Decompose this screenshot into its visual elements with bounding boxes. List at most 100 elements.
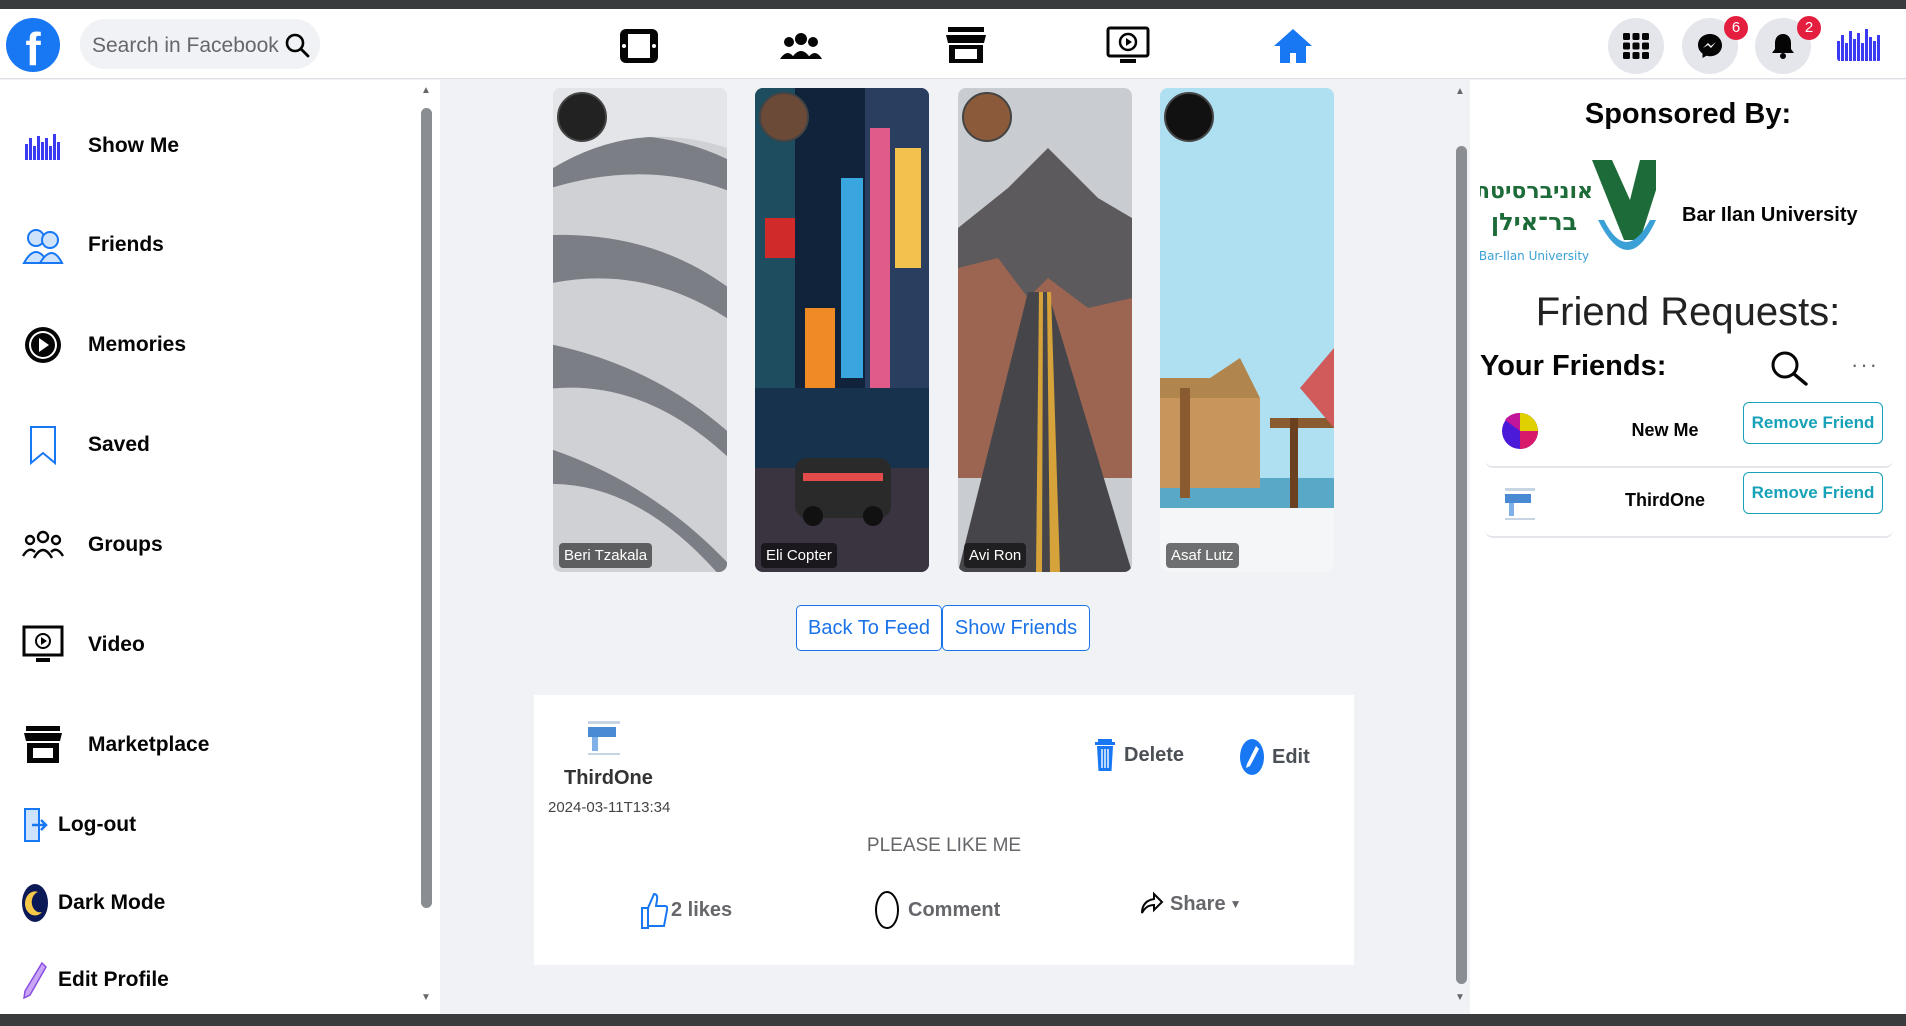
comment-icon [875, 891, 899, 929]
svg-text:אוניברסיטת: אוניברסיטת [1480, 179, 1593, 204]
story-card[interactable]: Asaf Lutz [1160, 88, 1334, 572]
scroll-up-arrow[interactable]: ▲ [421, 85, 431, 96]
notifications-badge: 2 [1797, 16, 1821, 40]
watch-icon[interactable] [1105, 25, 1151, 67]
left-scrollbar-thumb[interactable] [421, 108, 432, 908]
sidebar-item-memories[interactable]: Memories [20, 322, 186, 368]
friend-name[interactable]: New Me [1585, 420, 1745, 441]
share-button[interactable]: Share ▼ [1140, 890, 1241, 918]
scroll-up-arrow[interactable]: ▲ [1455, 86, 1465, 97]
story-author-name: Avi Ron [964, 543, 1027, 568]
marketplace-icon [20, 722, 66, 768]
show-friends-button[interactable]: Show Friends [942, 605, 1090, 651]
sidebar-item-label: Groups [88, 533, 163, 556]
sidebar-item-groups[interactable]: Groups [20, 522, 163, 568]
sidebar-item-label: Saved [88, 433, 150, 456]
your-friends-title: Your Friends: [1480, 350, 1667, 382]
messenger-badge: 6 [1724, 16, 1748, 40]
sidebar-item-label: Video [88, 633, 145, 656]
remove-friend-button[interactable]: Remove Friend [1743, 402, 1883, 444]
sidebar-item-edit-profile[interactable]: Edit Profile [20, 957, 169, 1003]
sponsor-logo[interactable]: אוניברסיטת בר־אילן Bar-Ilan University [1480, 150, 1656, 274]
friend-row: ThirdOne Remove Friend [1485, 472, 1893, 538]
remove-friend-button[interactable]: Remove Friend [1743, 472, 1883, 514]
profile-waveform-image [1837, 29, 1880, 61]
menu-button[interactable] [1608, 18, 1664, 74]
story-image [755, 88, 929, 572]
search-input[interactable]: Search in Facebook [80, 19, 320, 69]
like-button[interactable]: 2 likes [640, 890, 732, 930]
sidebar-item-video[interactable]: Video [20, 622, 145, 668]
memories-icon [20, 322, 66, 368]
story-card[interactable]: Beri Tzakala [553, 88, 727, 572]
search-icon[interactable] [284, 32, 310, 58]
bell-icon [1772, 34, 1794, 59]
messenger-button[interactable]: 6 [1682, 16, 1748, 74]
post-body: PLEASE LIKE ME [866, 835, 1022, 856]
bookmark-icon [20, 422, 66, 468]
scroll-down-arrow[interactable]: ▼ [421, 992, 431, 1003]
right-sidebar: Sponsored By: אוניברסיטת בר־אילן Bar-Ila… [1470, 80, 1906, 1014]
sidebar-item-marketplace[interactable]: Marketplace [20, 722, 209, 768]
sidebar-item-label: Show Me [88, 134, 180, 157]
story-image [1160, 88, 1334, 572]
sidebar-item-logout[interactable]: Log-out [20, 802, 136, 848]
scroll-down-arrow[interactable]: ▼ [1455, 992, 1465, 1003]
post-card: ThirdOne 2024-03-11T13:34 Delete Edit PL… [534, 695, 1354, 965]
story-avatar [962, 92, 1012, 142]
likes-count: 2 likes [671, 898, 733, 921]
back-to-feed-button[interactable]: Back To Feed [796, 605, 942, 651]
delete-label: Delete [1124, 743, 1185, 766]
story-author-name: Asaf Lutz [1166, 543, 1239, 568]
friend-avatar[interactable] [1495, 406, 1545, 456]
edit-pencil-icon [1240, 739, 1264, 775]
friend-name[interactable]: ThirdOne [1585, 490, 1745, 511]
friend-avatar[interactable] [1495, 476, 1545, 526]
window-bottom-strip [0, 1014, 1906, 1026]
sidebar-item-label: Edit Profile [58, 968, 169, 991]
story-card[interactable]: Eli Copter [755, 88, 929, 572]
sidebar-item-label: Memories [88, 333, 187, 356]
left-sidebar: Show Me Friends Memories Saved Groups Vi… [0, 80, 440, 1014]
sidebar-item-saved[interactable]: Saved [20, 422, 150, 468]
sponsored-title: Sponsored By: [1584, 98, 1792, 130]
sidebar-item-dark-mode[interactable]: Dark Mode [20, 880, 165, 926]
facebook-logo[interactable]: f [6, 18, 60, 72]
feed-scrollbar-thumb[interactable] [1456, 146, 1467, 984]
video-icon [20, 622, 66, 668]
home-icon[interactable] [1270, 25, 1316, 67]
delete-post-button[interactable]: Delete [1094, 737, 1184, 773]
groups-icon[interactable] [778, 25, 824, 67]
grid-menu-icon [1623, 33, 1649, 59]
gaming-icon[interactable] [616, 25, 662, 67]
profile-avatar[interactable] [1833, 19, 1885, 71]
svg-text:בר־אילן: בר־אילן [1491, 208, 1577, 236]
sidebar-item-label: Marketplace [88, 733, 210, 756]
sidebar-item-show-me[interactable]: Show Me [20, 123, 179, 169]
sponsor-name[interactable]: Bar Ilan University [1682, 204, 1858, 227]
sidebar-item-label: Log-out [58, 813, 137, 836]
share-label: Share [1170, 892, 1226, 915]
story-avatar [1164, 92, 1214, 142]
comment-button[interactable]: Comment [874, 890, 1000, 930]
story-author-name: Beri Tzakala [559, 543, 653, 568]
sidebar-item-friends[interactable]: Friends [20, 222, 164, 268]
story-image [958, 88, 1132, 572]
story-author-name: Eli Copter [761, 543, 837, 568]
story-avatar [759, 92, 809, 142]
story-image [553, 88, 727, 572]
post-timestamp: 2024-03-11T13:34 [548, 799, 671, 816]
trash-icon [1095, 739, 1115, 771]
sidebar-item-label: Dark Mode [58, 891, 166, 914]
edit-label: Edit [1272, 745, 1310, 768]
sidebar-item-label: Friends [88, 233, 164, 256]
post-author-name[interactable]: ThirdOne [564, 767, 653, 790]
marketplace-icon[interactable] [943, 25, 989, 67]
more-options-icon[interactable]: ··· [1851, 352, 1879, 378]
friend-requests-title: Friend Requests: [1535, 290, 1841, 334]
edit-post-button[interactable]: Edit [1238, 737, 1310, 777]
post-author-avatar[interactable] [576, 707, 632, 763]
story-card[interactable]: Avi Ron [958, 88, 1132, 572]
search-friends-icon[interactable] [1768, 350, 1810, 386]
notifications-button[interactable]: 2 [1755, 16, 1821, 74]
